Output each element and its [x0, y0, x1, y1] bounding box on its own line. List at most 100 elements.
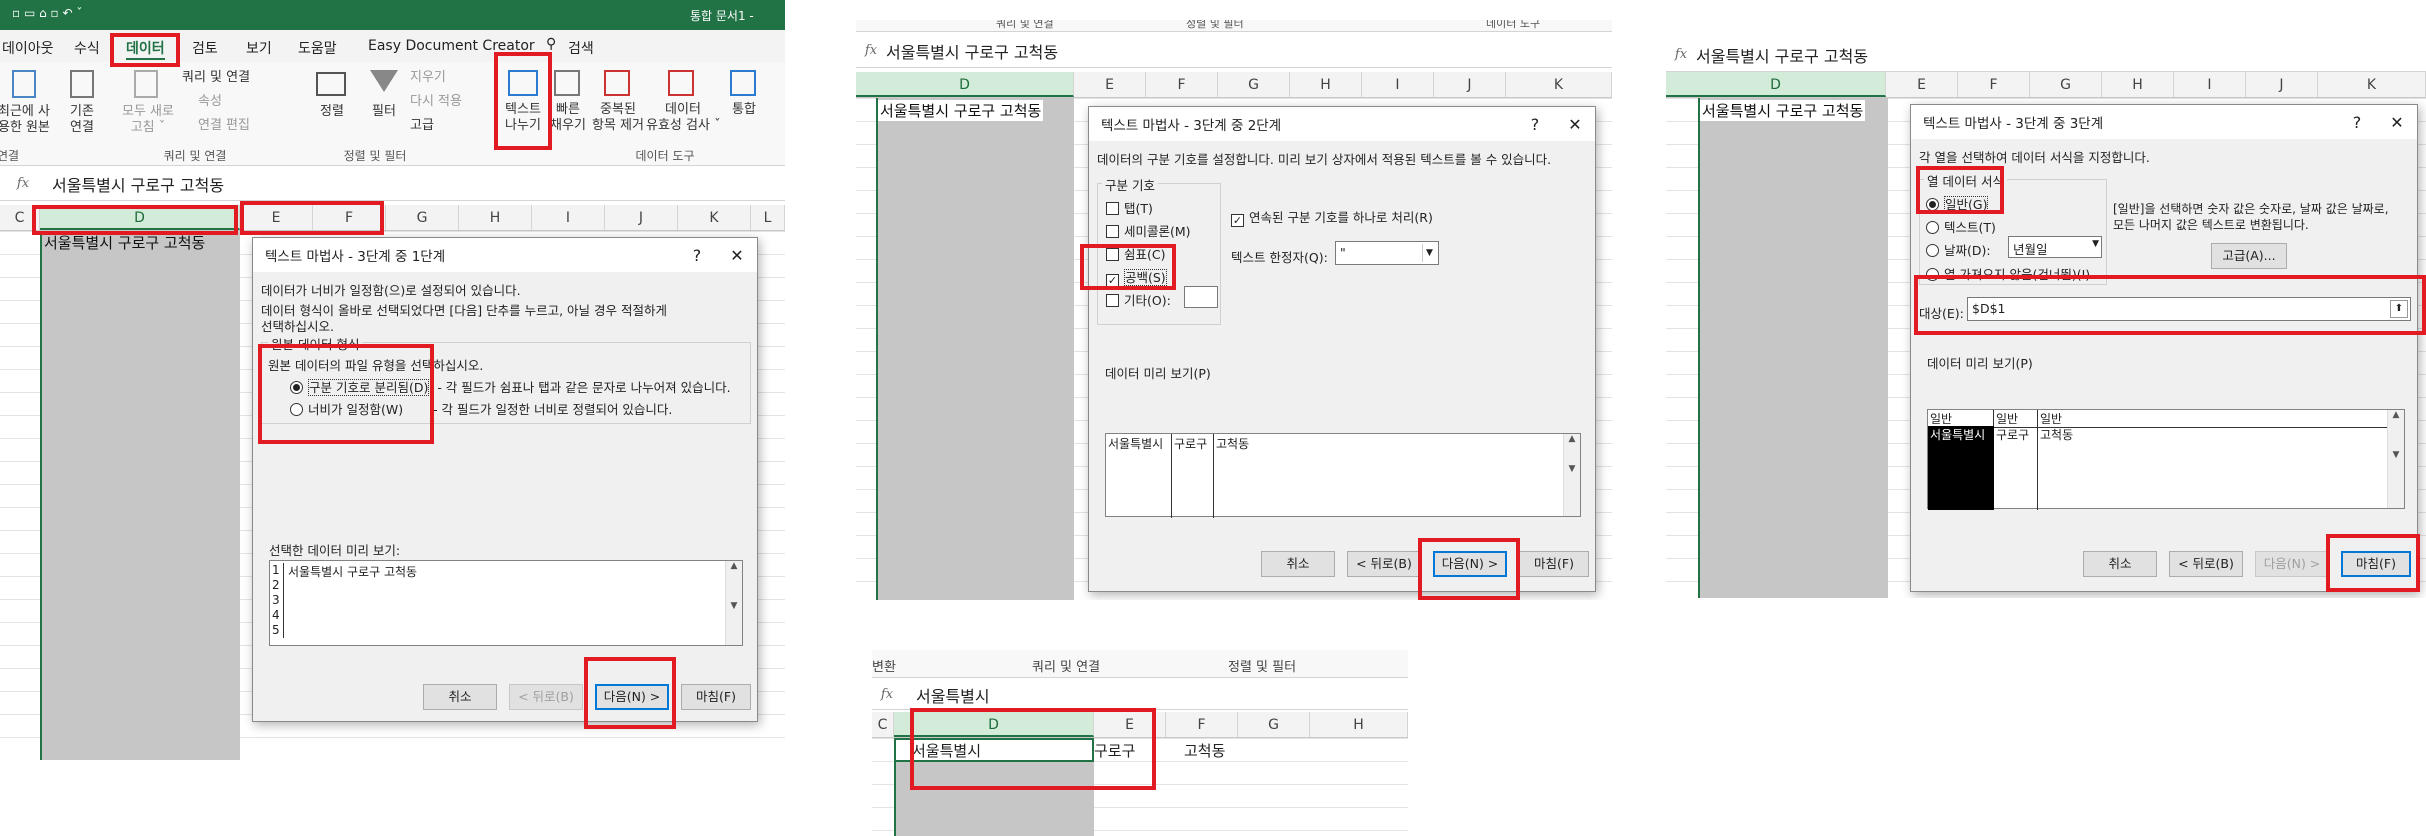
preview-box[interactable]: 서울특별시 구로구 고척동 ▲ ▼: [1105, 433, 1581, 518]
col-d[interactable]: D: [856, 72, 1074, 97]
checkbox-consecutive[interactable]: ✓ 연속된 구분 기호를 하나로 처리(R): [1231, 207, 1433, 227]
col-f[interactable]: F: [1958, 72, 2030, 97]
clear-button[interactable]: 지우기: [410, 70, 470, 86]
radio-skip[interactable]: 열 가져오지 않음(건너뜀)(I): [1926, 264, 2090, 283]
col-g[interactable]: G: [1218, 72, 1290, 97]
col-i[interactable]: I: [1362, 72, 1434, 97]
radio-text[interactable]: 텍스트(T): [1926, 217, 1996, 236]
col-i[interactable]: I: [532, 205, 605, 230]
radio-date[interactable]: 날짜(D):: [1926, 240, 1991, 259]
search-label[interactable]: 검색: [568, 38, 594, 58]
next-button[interactable]: 다음(N) >: [1433, 551, 1507, 577]
data-validation-button[interactable]: 데이터 유효성 검사 ˇ: [646, 102, 721, 134]
tab-formulas[interactable]: 수식: [74, 38, 100, 58]
cell-e1-result[interactable]: 구로구: [1094, 740, 1135, 761]
col-c[interactable]: C: [0, 205, 40, 230]
recent-source-icon[interactable]: [12, 70, 36, 98]
radio-fixed-width[interactable]: 너비가 일정함(W) - 각 필드가 일정한 너비로 정렬되어 있습니다.: [290, 399, 672, 418]
text-to-columns-button[interactable]: 텍스트 나누기: [496, 102, 550, 134]
properties-button[interactable]: 속성: [198, 94, 258, 110]
cell-f1-result[interactable]: 고척동: [1184, 740, 1225, 761]
consolidate-button[interactable]: 통합: [728, 102, 760, 118]
help-icon[interactable]: ?: [2337, 113, 2377, 132]
col-e[interactable]: E: [1074, 72, 1146, 97]
checkbox-other[interactable]: 기타(O):: [1106, 290, 1171, 309]
col-g[interactable]: G: [2030, 72, 2102, 97]
remove-dup-button[interactable]: 중복된 항목 제거: [584, 102, 652, 134]
preview-scrollbar[interactable]: ▲ ▼: [725, 561, 742, 645]
col-e[interactable]: E: [1886, 72, 1958, 97]
close-icon[interactable]: ✕: [717, 246, 757, 265]
cell-d1[interactable]: 서울특별시 구로구 고척동: [878, 100, 1044, 121]
radio-general[interactable]: 일반(G): [1926, 194, 1989, 213]
col-e[interactable]: E: [1094, 712, 1166, 737]
col-d[interactable]: D: [40, 205, 240, 230]
cell-d1[interactable]: 서울특별시 구로구 고척동: [44, 232, 205, 253]
reapply-button[interactable]: 다시 적용: [410, 94, 480, 110]
back-button[interactable]: < 뒤로(B): [1347, 551, 1421, 577]
tab-easy-doc[interactable]: Easy Document Creator: [368, 38, 535, 54]
qualifier-select[interactable]: " ▼: [1335, 241, 1439, 265]
cancel-button[interactable]: 취소: [423, 684, 497, 710]
col-k[interactable]: K: [2318, 72, 2426, 97]
formula-input[interactable]: 서울특별시: [902, 683, 990, 707]
data-validation-icon[interactable]: [668, 70, 694, 96]
col-e[interactable]: E: [240, 205, 313, 230]
cancel-button[interactable]: 취소: [2083, 551, 2157, 577]
col-d[interactable]: D: [894, 712, 1094, 737]
advanced-filter-button[interactable]: 고급: [410, 118, 470, 134]
col-i[interactable]: I: [2174, 72, 2246, 97]
cell-d1[interactable]: 서울특별시 구로구 고척동: [1700, 100, 1866, 121]
radio-fixed-dot[interactable]: [290, 403, 303, 416]
refresh-all-button[interactable]: 모두 새로 고침 ˇ: [118, 104, 178, 136]
filter-button[interactable]: 필터: [366, 104, 402, 120]
col-k[interactable]: K: [1506, 72, 1612, 97]
destination-input[interactable]: $D$1 ⬆: [1967, 297, 2411, 321]
help-icon[interactable]: ?: [677, 246, 717, 265]
sort-button[interactable]: 정렬: [316, 104, 348, 120]
checkbox-space[interactable]: ✓ 공백(S): [1106, 267, 1167, 287]
col-f[interactable]: F: [313, 205, 386, 230]
checkbox-tab[interactable]: 탭(T): [1106, 198, 1153, 217]
finish-button[interactable]: 마침(F): [1519, 551, 1589, 577]
preview-scrollbar[interactable]: ▲ ▼: [1563, 434, 1580, 516]
preview-box[interactable]: 일반 일반 일반 서울특별시 구로구 고척동 ▲ ▼: [1927, 409, 2405, 510]
help-icon[interactable]: ?: [1515, 115, 1555, 134]
col-j[interactable]: J: [1434, 72, 1506, 97]
radio-delimited[interactable]: 구분 기호로 분리됨(D) - 각 필드가 쉼표나 탭과 같은 문자로 나누어져…: [290, 377, 731, 396]
remove-dup-icon[interactable]: [604, 70, 630, 96]
sort-icon[interactable]: [316, 72, 346, 96]
cancel-button[interactable]: 취소: [1261, 551, 1335, 577]
back-button[interactable]: < 뒤로(B): [509, 684, 583, 710]
preview-box[interactable]: 1 2 3 4 5 서울특별시 구로구 고척동 ▲ ▼: [269, 560, 743, 646]
col-h[interactable]: H: [2102, 72, 2174, 97]
col-j[interactable]: J: [605, 205, 678, 230]
queries-conn-button[interactable]: 쿼리 및 연결: [182, 70, 272, 86]
col-f[interactable]: F: [1166, 712, 1238, 737]
formula-input[interactable]: 서울특별시 구로구 고척동: [886, 39, 1058, 63]
recent-source-button[interactable]: 최근에 사 용한 원본: [0, 104, 54, 136]
col-l[interactable]: L: [751, 205, 785, 230]
preview-scrollbar[interactable]: ▲ ▼: [2387, 410, 2404, 508]
close-icon[interactable]: ✕: [2377, 113, 2417, 132]
checkbox-semicolon[interactable]: 세미콜론(M): [1106, 221, 1191, 240]
cell-d1-result[interactable]: 서울특별시: [894, 738, 1094, 762]
col-h[interactable]: H: [1310, 712, 1408, 737]
tab-view[interactable]: 보기: [246, 38, 272, 58]
flash-fill-icon[interactable]: [554, 70, 580, 96]
tab-review[interactable]: 검토: [192, 38, 218, 58]
col-h[interactable]: H: [459, 205, 532, 230]
date-format-select[interactable]: 년월일 ▼: [2008, 236, 2102, 258]
existing-conn-icon[interactable]: [70, 70, 94, 98]
col-j[interactable]: J: [2246, 72, 2318, 97]
radio-delimited-dot[interactable]: [290, 381, 303, 394]
col-g[interactable]: G: [386, 205, 459, 230]
save-icon[interactable]: ▫ ▭ ⌂ ▫ ↶ ˇ: [12, 6, 82, 20]
formula-input[interactable]: 서울특별시 구로구 고척동: [1696, 43, 1868, 67]
col-f[interactable]: F: [1146, 72, 1218, 97]
next-button[interactable]: 다음(N) >: [595, 684, 669, 710]
tab-help[interactable]: 도움말: [298, 38, 337, 58]
tab-data[interactable]: 데이터: [126, 38, 165, 60]
text-to-columns-icon[interactable]: [508, 70, 538, 96]
collapse-icon[interactable]: ⬆: [2390, 300, 2408, 318]
